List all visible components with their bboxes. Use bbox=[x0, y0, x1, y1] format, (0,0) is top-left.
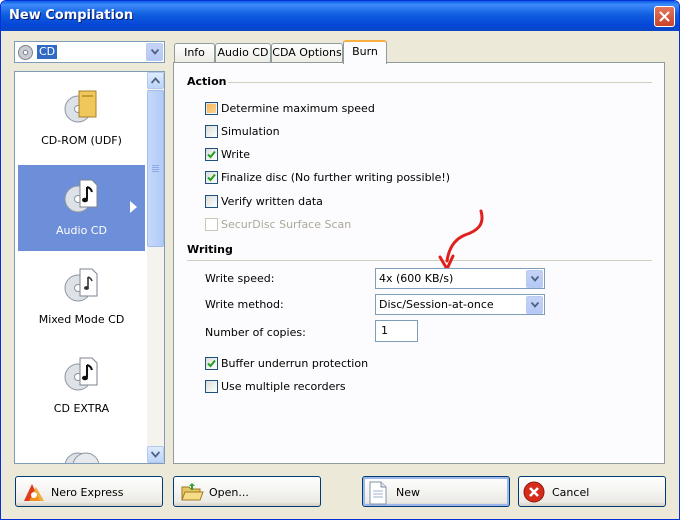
checkmark-icon bbox=[207, 173, 216, 182]
selected-arrow-icon bbox=[130, 201, 137, 213]
copies-input[interactable]: 1 bbox=[375, 320, 418, 342]
list-item-partial[interactable] bbox=[18, 432, 145, 463]
write-method-select[interactable]: Disc/Session-at-once bbox=[375, 294, 545, 315]
list-item-audio-cd[interactable]: Audio CD bbox=[18, 165, 145, 251]
write-speed-label: Write speed: bbox=[205, 272, 275, 285]
verify-data-label: Verify written data bbox=[221, 195, 323, 208]
media-type-select[interactable]: CD bbox=[14, 41, 165, 63]
nero-logo-icon bbox=[24, 484, 44, 501]
write-checkbox[interactable] bbox=[205, 148, 218, 161]
write-speed-dropdown-button[interactable] bbox=[526, 270, 543, 288]
cd-extra-icon bbox=[64, 357, 98, 391]
list-item-label: CD-ROM (UDF) bbox=[41, 134, 122, 147]
action-section-divider bbox=[228, 82, 652, 83]
securdisc-scan-label: SecurDisc Surface Scan bbox=[221, 218, 352, 231]
tab-cda-options[interactable]: CDA Options bbox=[271, 43, 343, 63]
mixed-mode-cd-icon bbox=[64, 268, 98, 302]
new-button[interactable]: New bbox=[362, 476, 510, 507]
write-method-label: Write method: bbox=[205, 298, 284, 311]
list-item-cd-rom-udf[interactable]: CD-ROM (UDF) bbox=[18, 75, 145, 161]
cd-disc-icon bbox=[18, 45, 33, 60]
verify-data-checkbox[interactable] bbox=[205, 195, 218, 208]
buffer-underrun-label: Buffer underrun protection bbox=[221, 357, 369, 370]
list-scrollbar[interactable] bbox=[147, 72, 164, 463]
cd-disc-icon bbox=[64, 452, 100, 463]
compilation-type-list[interactable]: CD-ROM (UDF) Audio CD Mixed Mode CD CD E… bbox=[14, 71, 165, 464]
writing-section-divider bbox=[187, 260, 652, 261]
simulation-label: Simulation bbox=[221, 125, 280, 138]
scroll-thumb[interactable] bbox=[147, 90, 164, 247]
window-title: New Compilation bbox=[9, 8, 134, 23]
open-label: Open... bbox=[209, 486, 249, 499]
determine-max-speed-checkbox[interactable] bbox=[205, 102, 218, 115]
burn-tab-panel: Action Determine maximum speed Simulatio… bbox=[173, 62, 665, 464]
annotation-arrow-icon bbox=[438, 209, 484, 271]
chevron-up-icon bbox=[151, 77, 160, 84]
nero-express-button[interactable]: Nero Express bbox=[15, 476, 163, 507]
close-icon bbox=[659, 11, 670, 22]
write-method-value: Disc/Session-at-once bbox=[379, 298, 494, 311]
tab-info[interactable]: Info bbox=[174, 43, 215, 63]
list-item-cd-extra[interactable]: CD EXTRA bbox=[18, 343, 145, 429]
copies-label: Number of copies: bbox=[205, 326, 306, 339]
checkmark-icon bbox=[207, 150, 216, 159]
cancel-button[interactable]: Cancel bbox=[518, 476, 666, 507]
writing-section-title: Writing bbox=[187, 243, 233, 256]
cancel-label: Cancel bbox=[552, 486, 590, 499]
cd-rom-udf-icon bbox=[64, 90, 97, 123]
write-method-dropdown-button[interactable] bbox=[526, 296, 543, 314]
write-label: Write bbox=[221, 148, 251, 161]
chevron-down-icon bbox=[531, 276, 539, 282]
finalize-disc-checkbox[interactable] bbox=[205, 171, 218, 184]
simulation-checkbox[interactable] bbox=[205, 125, 218, 138]
new-label: New bbox=[396, 486, 420, 499]
buffer-underrun-checkbox[interactable] bbox=[205, 357, 218, 370]
determine-max-speed-label: Determine maximum speed bbox=[221, 102, 375, 115]
nero-express-label: Nero Express bbox=[51, 486, 124, 499]
cancel-icon bbox=[523, 481, 545, 503]
close-button[interactable] bbox=[654, 6, 675, 27]
chevron-down-icon bbox=[151, 49, 159, 55]
chevron-down-icon bbox=[151, 451, 160, 458]
scroll-up-button[interactable] bbox=[147, 72, 164, 89]
list-item-mixed-mode-cd[interactable]: Mixed Mode CD bbox=[18, 254, 145, 340]
title-bar[interactable]: New Compilation bbox=[1, 1, 679, 31]
write-speed-select[interactable]: 4x (600 KB/s) bbox=[375, 268, 545, 289]
list-item-label: Mixed Mode CD bbox=[38, 313, 125, 326]
open-button[interactable]: Open... bbox=[173, 476, 321, 507]
open-folder-icon bbox=[181, 483, 204, 501]
action-section-title: Action bbox=[187, 75, 227, 88]
list-item-label: Audio CD bbox=[56, 224, 107, 237]
finalize-disc-label: Finalize disc (No further writing possib… bbox=[221, 171, 451, 184]
list-item-label: CD EXTRA bbox=[53, 402, 110, 415]
tab-audio-cd[interactable]: Audio CD bbox=[215, 43, 271, 63]
new-document-icon bbox=[369, 481, 387, 505]
write-speed-value: 4x (600 KB/s) bbox=[379, 272, 454, 285]
chevron-down-icon bbox=[531, 302, 539, 308]
tab-burn[interactable]: Burn bbox=[343, 40, 387, 64]
audio-cd-icon bbox=[64, 179, 98, 213]
media-type-value: CD bbox=[37, 45, 58, 59]
checkmark-icon bbox=[207, 359, 216, 368]
securdisc-scan-checkbox bbox=[205, 218, 218, 231]
new-compilation-window: New Compilation CD CD-ROM (UDF) Audio CD… bbox=[0, 0, 680, 520]
multiple-recorders-label: Use multiple recorders bbox=[221, 380, 346, 393]
media-type-dropdown-button[interactable] bbox=[146, 43, 163, 61]
multiple-recorders-checkbox[interactable] bbox=[205, 380, 218, 393]
scroll-down-button[interactable] bbox=[147, 446, 164, 463]
